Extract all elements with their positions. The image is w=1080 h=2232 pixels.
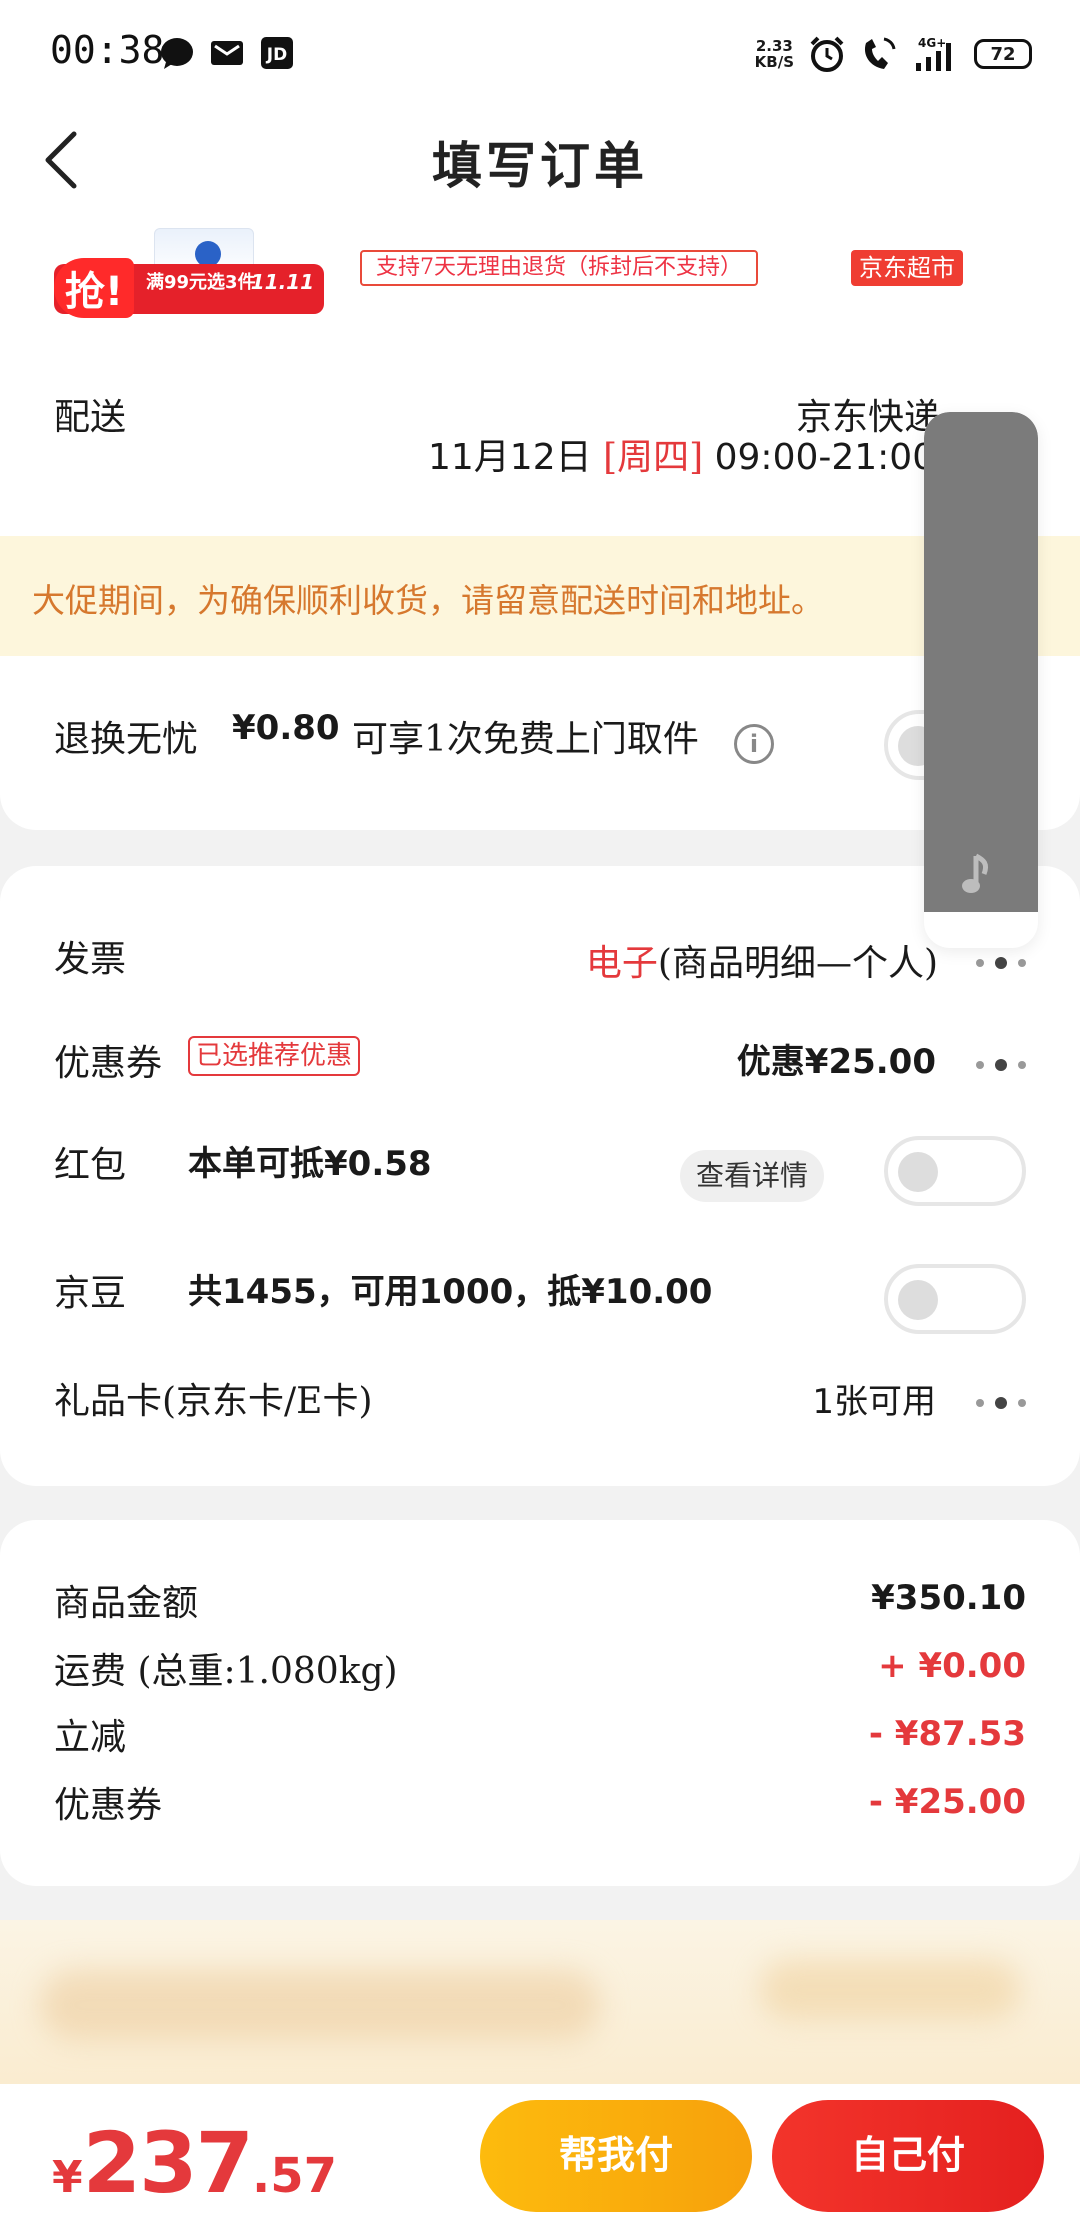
summary-value: - ¥87.53: [868, 1714, 1026, 1754]
delivery-time[interactable]: 11月12日 [周四] 09:00-21:00: [428, 428, 935, 480]
gift-card-value[interactable]: 1张可用: [812, 1374, 936, 1423]
nav-bar: 填写订单: [0, 100, 1080, 220]
view-details-button[interactable]: 查看详情: [680, 1150, 825, 1202]
jd-app-icon: JD: [261, 37, 293, 69]
net-speed: 2.33 KB/S: [754, 37, 794, 71]
summary-label: 商品金额: [54, 1583, 199, 1624]
floating-widget-panel: [924, 412, 1038, 912]
promo-badge: 抢!: [54, 258, 134, 318]
promo-event: 11.11: [250, 270, 314, 294]
chat-bubble-icon: [161, 38, 193, 69]
gift-card-more-icon[interactable]: [976, 1396, 1026, 1410]
payment-options-card: 发票 电子(商品明细—个人) 优惠券 已选推荐优惠 优惠¥25.00 红包 本单…: [0, 866, 1080, 1486]
invoice-value[interactable]: 电子(商品明细—个人): [586, 934, 938, 986]
notice-text: 大促期间，为确保顺利收货，请留意配送时间和地址。: [32, 581, 824, 620]
price-summary-card: 商品金额 ¥350.10 运费 (总重:1.080kg) + ¥0.00 立减 …: [0, 1520, 1080, 1886]
status-bar: 00:38 JD 2.33 KB/S 4G+ 72: [0, 0, 1080, 100]
floating-music-widget[interactable]: [924, 412, 1038, 948]
promo-text: 满99元选3件: [146, 272, 256, 293]
coupon-more-icon[interactable]: [976, 1058, 1026, 1072]
store-tag: 京东超市: [851, 250, 963, 286]
summary-label: 立减: [54, 1717, 127, 1758]
red-packet-desc: 本单可抵¥0.58: [188, 1144, 432, 1184]
blurred-promo-region: [0, 1920, 1080, 2084]
coupon-value[interactable]: 优惠¥25.00: [737, 1034, 936, 1083]
info-icon[interactable]: i: [734, 724, 774, 764]
status-time: 00:38: [50, 28, 165, 72]
music-note-icon: [962, 853, 989, 893]
invoice-more-icon[interactable]: [976, 956, 1026, 970]
summary-value: + ¥0.00: [878, 1646, 1026, 1686]
red-packet-label: 红包: [54, 1145, 127, 1186]
status-right: 2.33 KB/S 4G+ 72: [755, 32, 1032, 76]
order-info-card: 抢! 满99元选3件 11.11 支持7天无理由退货（拆封后不支持） 京东超市 …: [0, 220, 1080, 830]
coupon-label: 优惠券: [54, 1043, 163, 1084]
summary-label: 优惠券: [54, 1785, 163, 1826]
summary-label: 运费 (总重:1.080kg): [54, 1651, 398, 1692]
red-packet-toggle[interactable]: [884, 1136, 1026, 1206]
total-price: ¥237.57: [52, 2114, 337, 2212]
mail-icon: [211, 41, 243, 65]
coupon-tag: 已选推荐优惠: [188, 1036, 361, 1076]
help-me-pay-button[interactable]: 帮我付: [480, 2100, 752, 2212]
delivery-label: 配送: [54, 397, 127, 438]
summary-value: ¥350.10: [871, 1578, 1026, 1618]
return-insurance-label: 退换无忧: [54, 719, 199, 760]
page-title: 填写订单: [432, 136, 648, 195]
invoice-label: 发票: [54, 939, 127, 980]
return-policy-tag: 支持7天无理由退货（拆封后不支持）: [360, 250, 758, 286]
battery-indicator: 72: [974, 39, 1032, 69]
svg-text:4G+: 4G+: [918, 36, 946, 50]
jd-beans-label: 京豆: [54, 1273, 127, 1314]
return-insurance-desc: 可享1次免费上门取件: [352, 719, 699, 760]
hotspot-icon: [864, 37, 896, 69]
notice-banner: 大促期间，为确保顺利收货，请留意配送时间和地址。: [0, 536, 1080, 656]
pay-myself-button[interactable]: 自己付: [772, 2100, 1044, 2212]
return-insurance-price: ¥0.80: [232, 708, 340, 748]
checkout-bar: ¥237.57 帮我付 自己付: [0, 2084, 1080, 2232]
promo-banner[interactable]: 抢! 满99元选3件 11.11: [54, 228, 324, 328]
jd-beans-desc: 共1455，可用1000，抵¥10.00: [188, 1272, 713, 1312]
summary-value: - ¥25.00: [868, 1782, 1026, 1822]
signal-icon: 4G+: [916, 36, 951, 71]
svg-text:JD: JD: [266, 45, 287, 65]
jd-beans-toggle[interactable]: [884, 1264, 1026, 1334]
alarm-clock-icon: [810, 36, 844, 72]
gift-card-label: 礼品卡(京东卡/E卡): [54, 1381, 373, 1422]
